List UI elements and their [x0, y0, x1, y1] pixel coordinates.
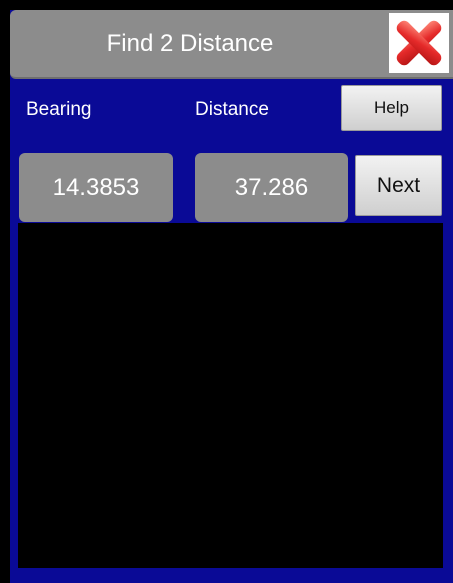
drawing-canvas[interactable] [18, 223, 443, 568]
title-bar: Find 2 Distance [10, 10, 453, 79]
help-button[interactable]: Help [341, 85, 442, 131]
app-panel: Find 2 Distance Bearing Distance Help 14… [10, 10, 453, 583]
close-x-icon [396, 20, 442, 66]
distance-label: Distance [195, 99, 269, 120]
bearing-value-field[interactable]: 14.3853 [19, 153, 173, 222]
close-button[interactable] [389, 13, 449, 73]
bearing-label: Bearing [26, 99, 92, 120]
page-title: Find 2 Distance [106, 30, 274, 57]
distance-value-field[interactable]: 37.286 [195, 153, 348, 222]
next-button[interactable]: Next [355, 155, 442, 216]
